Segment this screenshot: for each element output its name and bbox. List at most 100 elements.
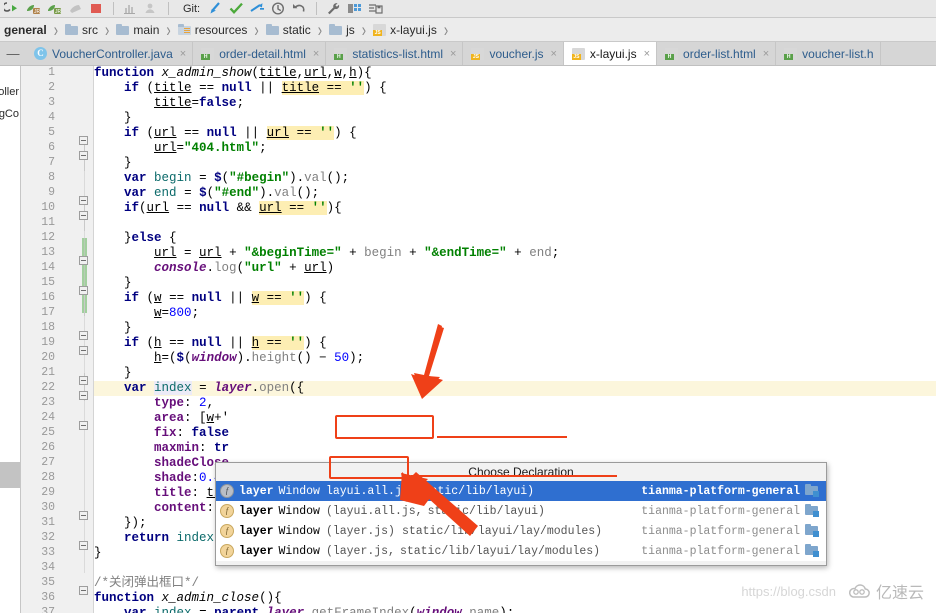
tab-label: x-layui.js (589, 46, 637, 61)
declaration-type: Window (278, 544, 320, 558)
code-line: title=false; (154, 96, 245, 110)
declaration-name: layer (239, 504, 274, 518)
line-number: 22 (41, 381, 55, 394)
tab-statistics-list-html[interactable]: H statistics-list.html × (326, 42, 464, 65)
line-number: 25 (41, 426, 55, 439)
breadcrumb-label: main (133, 22, 160, 37)
code-line: var index = parent.layer.getFrameIndex(w… (124, 606, 515, 613)
close-icon[interactable]: × (313, 48, 319, 60)
code-line: } (94, 321, 132, 335)
attach-icon (143, 1, 160, 16)
line-number: 24 (41, 411, 55, 424)
line-number: 1 (48, 66, 55, 79)
breadcrumb-item-x-layui-js[interactable]: JS x-layui.js (369, 18, 439, 42)
declaration-name: layer (239, 544, 274, 558)
js-file-icon: JS (471, 47, 485, 60)
tab-label: voucher-list.h (802, 46, 874, 61)
wrench-icon[interactable] (325, 1, 342, 16)
run-jar-icon[interactable]: JR (25, 1, 42, 16)
git-history-icon[interactable] (270, 1, 287, 16)
breadcrumb-label: x-layui.js (390, 22, 437, 37)
declaration-row[interactable]: f layer Window layui.all.js static/lib/l… (216, 481, 826, 501)
close-icon[interactable]: × (550, 48, 556, 60)
code-line: fix: false (154, 426, 230, 440)
module-icon (805, 484, 819, 497)
breadcrumb-item-general[interactable]: general (0, 18, 49, 42)
structure-icon[interactable] (346, 1, 363, 16)
declaration-path: static/lib/layui/lay/modules) (399, 544, 601, 558)
function-icon: f (220, 504, 234, 518)
fold-marker (79, 541, 88, 550)
html-file-icon: H (201, 47, 215, 60)
git-commit-icon[interactable] (228, 1, 245, 16)
chevron-right-icon: › (254, 18, 259, 41)
code-line: w=800; (154, 306, 200, 320)
fold-marker (79, 196, 88, 205)
declaration-type: Window (278, 504, 320, 518)
git-push-icon[interactable] (249, 1, 266, 16)
chevron-right-icon: › (105, 18, 110, 41)
tab-voucher-js[interactable]: JS voucher.js × (463, 42, 564, 65)
record-icon[interactable] (88, 1, 105, 16)
project-item-label: oller (0, 86, 19, 98)
js-file-icon: JS (373, 23, 387, 36)
declaration-name: layer (239, 484, 274, 498)
git-revert-icon[interactable] (291, 1, 308, 16)
declaration-file: (layer.js, (325, 544, 395, 558)
line-number: 4 (48, 111, 55, 124)
code-line: h=($(window).height() − 50); (154, 351, 365, 365)
save-all-icon[interactable] (367, 1, 384, 16)
tab-x-layui-js[interactable]: JS x-layui.js × (563, 42, 658, 65)
declaration-type: Window (278, 484, 320, 498)
line-number: 10 (41, 201, 55, 214)
watermark: https://blog.csdn 亿速云 (741, 579, 924, 603)
code-line: url="404.html"; (154, 141, 267, 155)
line-number: 36 (41, 591, 55, 604)
code-line: if (url == null || url == '') { (124, 126, 357, 140)
line-number: 5 (48, 126, 55, 139)
code-line: } (94, 111, 132, 125)
project-panel-edge[interactable]: oller gCo (0, 66, 21, 613)
debug-icon[interactable] (2, 1, 21, 16)
fold-marker (79, 391, 88, 400)
breadcrumb-label: static (282, 22, 311, 37)
line-number: 28 (41, 471, 55, 484)
tab-voucher-list-html[interactable]: H voucher-list.h (776, 42, 881, 65)
tab-voucher-controller-java[interactable]: C VoucherController.java × (26, 42, 194, 65)
folder-icon (265, 24, 279, 35)
declaration-row[interactable]: f layer Window (layer.js) static/lib/lay… (216, 521, 826, 541)
project-item-label: gCo (0, 108, 19, 120)
scrollbar-thumb[interactable] (0, 462, 20, 488)
breadcrumb-item-main[interactable]: main (112, 18, 161, 42)
declaration-row[interactable]: f layer Window (layui.all.js, static/lib… (216, 501, 826, 521)
close-icon[interactable]: × (644, 48, 650, 60)
breadcrumb-item-src[interactable]: src (61, 18, 100, 42)
debug-jar-icon[interactable]: JR (46, 1, 63, 16)
breadcrumb-item-js[interactable]: js (325, 18, 357, 42)
line-number: 14 (41, 261, 55, 274)
editor-gutter[interactable]: 1 2 3 4 5 6 7 8 9 10 11 12 13 14 15 16 1… (21, 66, 94, 613)
code-line: shade:0.4, (154, 471, 229, 485)
tab-label: order-detail.html (219, 46, 306, 61)
code-editor[interactable]: oller gCo 1 2 3 4 5 6 7 8 9 10 11 12 13 … (0, 66, 936, 613)
breadcrumb: general › src › main › resources › stati… (0, 18, 936, 42)
line-number: 20 (41, 351, 55, 364)
module-icon (805, 524, 819, 537)
declaration-row[interactable]: f layer Window (layer.js, static/lib/lay… (216, 541, 826, 561)
line-number: 15 (41, 276, 55, 289)
code-line: url = url + "&beginTime=" + begin + "&en… (154, 246, 560, 260)
html-file-icon: H (665, 47, 679, 60)
declaration-module: tianma-platform-general (641, 484, 800, 498)
close-icon[interactable]: × (763, 48, 769, 60)
close-icon[interactable]: × (180, 48, 186, 60)
tab-order-list-html[interactable]: H order-list.html × (657, 42, 777, 65)
breadcrumb-item-resources[interactable]: resources (174, 18, 250, 42)
git-update-icon[interactable] (207, 1, 224, 16)
choose-declaration-popup[interactable]: Choose Declaration f layer Window layui.… (215, 462, 827, 566)
line-number: 27 (41, 456, 55, 469)
breadcrumb-item-static[interactable]: static (262, 18, 313, 42)
collapse-tabs-button[interactable]: — (0, 41, 26, 65)
breadcrumb-label: js (346, 22, 355, 37)
close-icon[interactable]: × (450, 48, 456, 60)
tab-order-detail-html[interactable]: H order-detail.html × (193, 42, 327, 65)
